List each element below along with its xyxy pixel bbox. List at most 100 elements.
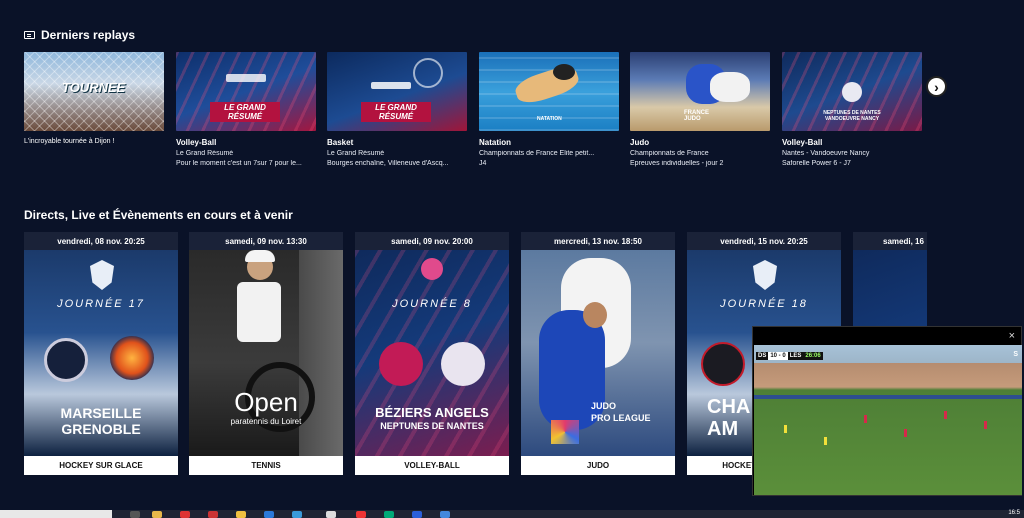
- live-event-card[interactable]: samedi, 09 nov. 20:00 JOURNÉE 8 BÉZIERS …: [355, 232, 509, 475]
- replay-subtitle: Championnats de France Elite petit...: [479, 150, 595, 157]
- event-sport: TENNIS: [189, 456, 343, 475]
- replay-thumb-text: FRANCE JUDO: [684, 110, 709, 122]
- team-logo-icon: [441, 342, 485, 386]
- event-title: Open: [234, 387, 298, 417]
- replay-description: Pour le moment c'est un 7sur 7 pour le..…: [176, 160, 302, 167]
- replay-thumbnail[interactable]: NEPTUNES DE NANTES VANDOEUVRE NANCY: [782, 52, 922, 131]
- replay-caption: L'incroyable tournée à Dijon !: [24, 138, 115, 145]
- replay-card[interactable]: NEPTUNES DE NANTES VANDOEUVRE NANCY Voll…: [782, 52, 922, 167]
- replay-thumb-text: LE GRAND RÉSUMÉ: [361, 102, 431, 122]
- replays-carousel: TOURNEE L'incroyable tournée à Dijon ! L…: [24, 52, 924, 182]
- event-subtitle: paratennis du Loiret: [230, 417, 302, 426]
- replay-subtitle: Le Grand Résumé: [327, 150, 385, 157]
- chevron-right-icon: ›: [934, 78, 939, 95]
- score-value: 10 - 0: [768, 352, 788, 360]
- replay-thumbnail[interactable]: FRANCE JUDO: [630, 52, 770, 131]
- replay-sport: Volley-Ball: [782, 138, 823, 147]
- replay-thumb-text: TOURNEE: [62, 80, 126, 95]
- replay-sport: Natation: [479, 138, 511, 147]
- replay-description: J4: [479, 160, 487, 167]
- app-icon[interactable]: [180, 511, 190, 518]
- event-image[interactable]: JOURNÉE 17 MARSEILLE GRENOBLE: [24, 250, 178, 456]
- replay-subtitle: Nantes - Vandoeuvre Nancy: [782, 150, 870, 157]
- taskbar-search[interactable]: [0, 510, 112, 518]
- scoreboard: DS 10 - 0 LES 26:06: [756, 352, 823, 360]
- team-logo-icon: [44, 338, 88, 382]
- score-away-team: LES: [787, 352, 804, 360]
- team-logo-icon: [110, 336, 154, 380]
- taskbar-clock: 16:5: [1008, 510, 1020, 516]
- live-event-card[interactable]: vendredi, 08 nov. 20:25 JOURNÉE 17 MARSE…: [24, 232, 178, 475]
- replay-card[interactable]: FRANCE JUDO Judo Championnats de France …: [630, 52, 770, 167]
- event-date: samedi, 16: [853, 232, 927, 250]
- app-icon[interactable]: [130, 511, 140, 518]
- app-icon[interactable]: [356, 511, 366, 518]
- replay-card[interactable]: TOURNEE L'incroyable tournée à Dijon !: [24, 52, 164, 145]
- replay-card[interactable]: NATATION Natation Championnats de France…: [479, 52, 619, 167]
- replay-description: Bourges enchaîne, Villeneuve d'Ascq...: [327, 160, 449, 167]
- event-sport: HOCKEY SUR GLACE: [24, 456, 178, 475]
- app-icon[interactable]: [292, 511, 302, 518]
- app-icon[interactable]: [384, 511, 394, 518]
- event-image[interactable]: JOURNÉE 8 BÉZIERS ANGELS NEPTUNES DE NAN…: [355, 250, 509, 456]
- live-event-card[interactable]: samedi, 09 nov. 13:30 Open paratennis du…: [189, 232, 343, 475]
- picture-in-picture-player[interactable]: × DS 10 - 0 LES 26:06 S: [752, 326, 1022, 496]
- event-sport: JUDO: [521, 456, 675, 475]
- event-date: samedi, 09 nov. 20:00: [355, 232, 509, 250]
- live-heading: Directs, Live et Évènements en cours et …: [24, 208, 293, 222]
- team-logo-icon: [379, 342, 423, 386]
- replay-thumb-text: LE GRAND RÉSUMÉ: [210, 102, 280, 122]
- close-icon[interactable]: ×: [1009, 330, 1015, 342]
- event-round: JOURNÉE 17: [57, 298, 145, 310]
- app-icon[interactable]: [440, 511, 450, 518]
- event-title: JUDO: [591, 401, 617, 411]
- replay-subtitle: Championnats de France: [630, 150, 709, 157]
- replay-thumbnail[interactable]: LE GRAND RÉSUMÉ: [327, 52, 467, 131]
- replay-sport: Volley-Ball: [176, 138, 217, 147]
- channel-logo: S: [1013, 351, 1018, 358]
- team-logo-icon: [701, 342, 745, 386]
- team-home: MARSEILLE: [60, 405, 142, 421]
- replay-thumbnail[interactable]: NATATION: [479, 52, 619, 131]
- event-image[interactable]: JUDO PRO LEAGUE: [521, 250, 675, 456]
- replay-thumb-text: NEPTUNES DE NANTES VANDOEUVRE NANCY: [823, 110, 881, 122]
- event-date: vendredi, 08 nov. 20:25: [24, 232, 178, 250]
- carousel-next-button[interactable]: ›: [926, 76, 947, 97]
- app-icon[interactable]: [152, 511, 162, 518]
- replay-icon: [24, 31, 35, 39]
- team-away: NEPTUNES DE NANTES: [380, 421, 484, 431]
- team-home: BÉZIERS ANGELS: [375, 405, 489, 420]
- replay-sport: Basket: [327, 138, 354, 147]
- replay-thumbnail[interactable]: LE GRAND RÉSUMÉ: [176, 52, 316, 131]
- app-icon[interactable]: [264, 511, 274, 518]
- event-image[interactable]: Open paratennis du Loiret: [189, 250, 343, 456]
- event-round: JOURNÉE 18: [720, 298, 808, 310]
- team-away: GRENOBLE: [61, 421, 141, 437]
- event-round: JOURNÉE 8: [392, 298, 472, 310]
- live-event-card[interactable]: mercredi, 13 nov. 18:50 JUDO PRO LEAGUE …: [521, 232, 675, 475]
- os-taskbar: 16:5: [0, 510, 1024, 518]
- app-icon[interactable]: [412, 511, 422, 518]
- replay-description: Saforelle Power 6 - J7: [782, 160, 851, 167]
- replay-sport: Judo: [630, 138, 650, 147]
- replay-card[interactable]: LE GRAND RÉSUMÉ Volley-Ball Le Grand Rés…: [176, 52, 316, 167]
- event-date: samedi, 09 nov. 13:30: [189, 232, 343, 250]
- replay-card[interactable]: LE GRAND RÉSUMÉ Basket Le Grand Résumé B…: [327, 52, 467, 167]
- replays-heading: Derniers replays: [24, 28, 135, 42]
- replay-subtitle: Le Grand Résumé: [176, 150, 234, 157]
- app-icon[interactable]: [208, 511, 218, 518]
- replay-thumb-text: NATATION: [537, 116, 562, 122]
- league-crest-icon: [90, 260, 114, 290]
- app-icon[interactable]: [236, 511, 246, 518]
- event-date: mercredi, 13 nov. 18:50: [521, 232, 675, 250]
- replays-heading-label: Derniers replays: [41, 28, 136, 42]
- replay-description: Epreuves individuelles - jour 2: [630, 160, 724, 167]
- event-subtitle: PRO LEAGUE: [591, 413, 651, 423]
- event-date: vendredi, 15 nov. 20:25: [687, 232, 841, 250]
- score-home-team: DS: [756, 352, 769, 360]
- match-clock: 26:06: [803, 352, 823, 360]
- replay-thumbnail[interactable]: TOURNEE: [24, 52, 164, 131]
- event-sport: VOLLEY-BALL: [355, 456, 509, 475]
- app-icon[interactable]: [326, 511, 336, 518]
- video-frame[interactable]: DS 10 - 0 LES 26:06 S: [754, 345, 1022, 495]
